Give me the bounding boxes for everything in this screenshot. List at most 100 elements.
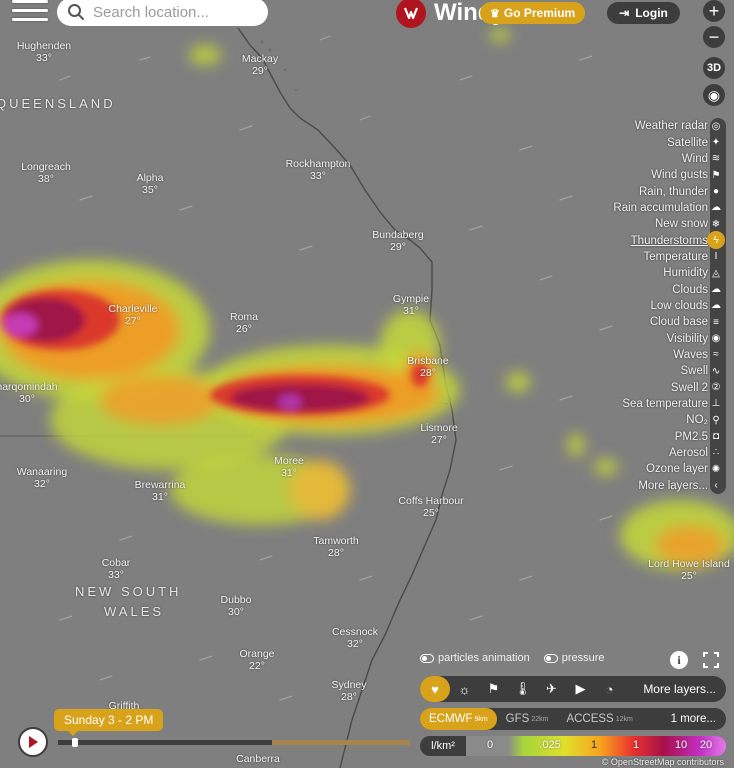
layer-item[interactable]: Visibility ◉ <box>574 330 734 346</box>
layer-item[interactable]: New snow ❄ <box>574 216 734 232</box>
layer-item[interactable]: Satellite ✦ <box>574 134 734 150</box>
toggle-switch-icon <box>420 653 434 663</box>
city-label[interactable]: Rockhampton 33° <box>286 158 351 182</box>
layer-item[interactable]: Thunderstorms ϟ <box>574 231 734 250</box>
layer-item[interactable]: Swell 2② <box>574 380 734 396</box>
favorites-heart-icon[interactable]: ♥ <box>420 676 450 702</box>
layer-item[interactable]: PM2.5 ◘ <box>574 429 734 445</box>
fullscreen-icon[interactable] <box>702 651 720 669</box>
layer-item-label: Weather radar <box>634 120 708 133</box>
layer-item[interactable]: Wind gusts ⚑ <box>574 167 734 183</box>
layer-item[interactable]: Wind ≋ <box>574 151 734 167</box>
layer-item-label: Satellite <box>667 136 708 149</box>
zoom-in-button[interactable]: + <box>703 0 725 22</box>
legend-tick: 20 <box>699 739 713 751</box>
layer-item-label: Ozone layer <box>645 463 708 476</box>
layer-item-label: Waves <box>673 348 708 361</box>
timeline-slider[interactable] <box>58 738 410 747</box>
hurricane-icon[interactable]: ◉ <box>703 84 725 106</box>
layer-item[interactable]: NO₂ ⚲ <box>574 412 734 428</box>
layer-item[interactable]: Cloud base ≡ <box>574 314 734 330</box>
legend-gradient: 0 .025 1 1 10 20 <box>466 736 726 756</box>
layer-item[interactable]: Aerosol ∴ <box>574 445 734 461</box>
timeline-cursor[interactable] <box>72 738 78 747</box>
layer-item[interactable]: Temperature I <box>574 249 734 265</box>
layer-item[interactable]: Humidity ◬ <box>574 265 734 281</box>
map-attribution[interactable]: © OpenStreetMap contributors <box>602 757 724 767</box>
pressure-toggle[interactable]: pressure <box>543 652 605 664</box>
layer-item[interactable]: Rain accumulation ☁ <box>574 200 734 216</box>
city-label[interactable]: Brewarrina 31° <box>135 479 186 503</box>
layer-item[interactable]: Sea temperature ⊥ <box>574 396 734 412</box>
city-label[interactable]: Gympie 31° <box>393 293 429 317</box>
layer-item[interactable]: Clouds ☁ <box>574 281 734 297</box>
city-label[interactable]: Tamworth 28° <box>313 535 359 559</box>
quick-layers-toolbar: ♥ ☼ ⚑ 🌡︎ ✈ ▶ ◔ More layers... <box>420 676 726 702</box>
play-button[interactable] <box>18 727 48 757</box>
model-name: ACCESS <box>566 713 614 725</box>
city-label[interactable]: Orange 22° <box>239 648 274 672</box>
login-button[interactable]: ⇥ Login <box>607 2 680 24</box>
city-label[interactable]: Sydney 28° <box>331 679 366 703</box>
more-models-button[interactable]: 1 more... <box>671 713 716 725</box>
model-resolution: 9km <box>474 715 488 723</box>
city-label[interactable]: Lismore 27° <box>420 422 457 446</box>
city-label[interactable]: Alpha 35° <box>137 172 164 196</box>
thermometer-icon[interactable]: 🌡︎ <box>508 676 537 702</box>
city-label[interactable]: Mackay 29° <box>242 53 278 77</box>
layer-item-label: Cloud base <box>649 316 708 329</box>
city-label[interactable]: Roma 26° <box>230 311 258 335</box>
region-label-queensland: QUEENSLAND <box>0 96 116 111</box>
city-label[interactable]: harqomindah 30° <box>0 381 58 405</box>
city-label[interactable]: Brisbane 28° <box>407 355 448 379</box>
layer-item[interactable]: More layers... ‹ <box>574 478 734 494</box>
view-3d-button[interactable]: 3D <box>703 57 725 79</box>
layer-item-label: Swell 2 <box>670 381 708 394</box>
layer-item-label: Swell <box>680 365 708 378</box>
go-premium-button[interactable]: ♛ Go Premium <box>480 2 586 24</box>
layer-item-label: Rain, thunder <box>638 185 708 198</box>
aerosol-icon: ∴ <box>712 447 720 459</box>
model-option[interactable]: ECMWF 9km <box>420 708 497 730</box>
city-label[interactable]: Longreach 38° <box>21 161 71 185</box>
city-label[interactable]: Cobar 33° <box>102 557 131 581</box>
city-label[interactable]: Dubbo 30° <box>221 594 252 618</box>
city-label[interactable]: Canberra <box>236 753 280 765</box>
search-input[interactable] <box>93 3 253 21</box>
city-label[interactable]: Cessnock 32° <box>332 626 378 650</box>
flag-icon: ⚑ <box>711 169 721 181</box>
layer-item-label: Rain accumulation <box>613 201 708 214</box>
swell-icon: ∿ <box>711 365 721 377</box>
city-label[interactable]: Moree 31° <box>274 455 304 479</box>
layer-item[interactable]: Waves ≈ <box>574 347 734 363</box>
radar-icon[interactable]: ◔ <box>595 676 624 702</box>
webcam-icon[interactable]: ▶ <box>566 676 595 702</box>
city-label[interactable]: Coffs Harbour 25° <box>398 495 463 519</box>
model-option[interactable]: GFS 22km <box>497 708 558 730</box>
layer-item[interactable]: Swell ∿ <box>574 363 734 379</box>
hamburger-menu-icon[interactable] <box>12 0 48 26</box>
info-icon[interactable]: i <box>670 651 688 669</box>
search-box[interactable] <box>57 0 268 26</box>
layer-item[interactable]: Ozone layer ✺ <box>574 461 734 477</box>
city-label[interactable]: Hughenden 33° <box>17 40 71 64</box>
cloud-icon: ☁ <box>711 283 721 295</box>
layer-item[interactable]: Low clouds ☁ <box>574 298 734 314</box>
legend-unit[interactable]: l/km² <box>420 736 466 756</box>
city-label[interactable]: Wanaaring 32° <box>17 466 67 490</box>
layer-item-label: More layers... <box>638 479 708 492</box>
model-option[interactable]: ACCESS 12km <box>557 708 641 730</box>
airplane-icon[interactable]: ✈ <box>537 676 566 702</box>
flag-icon[interactable]: ⚑ <box>479 676 508 702</box>
particles-animation-toggle[interactable]: particles animation <box>420 652 530 664</box>
layer-item[interactable]: Weather radar ◎ <box>574 118 734 134</box>
city-label[interactable]: Bundaberg 29° <box>372 229 423 253</box>
zoom-out-button[interactable]: − <box>703 26 725 48</box>
weather-icon[interactable]: ☼ <box>450 676 479 702</box>
layer-item-label: New snow <box>654 218 708 231</box>
layer-item-label: Humidity <box>663 267 708 280</box>
more-layers-button[interactable]: More layers... <box>643 682 716 696</box>
city-label[interactable]: Lord Howe Island 25° <box>648 558 730 582</box>
city-label[interactable]: Charleville 27° <box>108 303 157 327</box>
layer-item[interactable]: Rain, thunder ● <box>574 183 734 199</box>
